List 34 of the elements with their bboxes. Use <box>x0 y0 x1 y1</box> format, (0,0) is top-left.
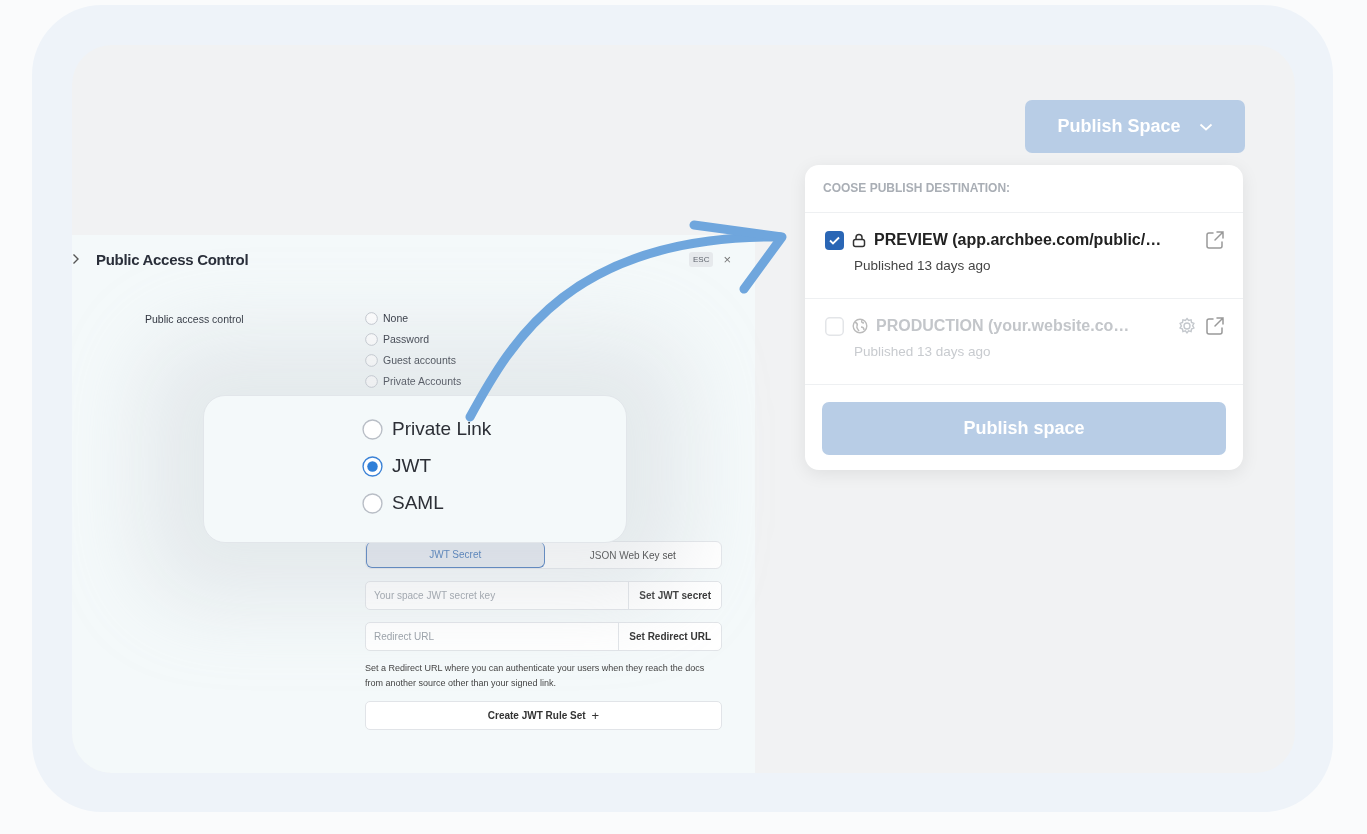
menu-heading: COOSE PUBLISH DESTINATION: <box>805 165 1243 213</box>
radio-button[interactable] <box>362 455 383 477</box>
redirect-url-field[interactable]: Redirect URL Set Redirect URL <box>365 622 722 651</box>
radio-button[interactable] <box>365 374 378 388</box>
help-text: Set a Redirect URL where you can authenticate your users when they reach the docs from another source other than your signed link. <box>365 662 706 690</box>
radio-label[interactable]: Password <box>383 333 430 345</box>
lock-icon <box>852 232 866 248</box>
create-rule-set-button[interactable]: Create JWT Rule Set + <box>365 701 722 730</box>
checkbox[interactable] <box>825 230 844 250</box>
destination-title: PRODUCTION (your.website.co… <box>876 317 1131 335</box>
radio-button[interactable] <box>365 332 378 346</box>
radio-label[interactable]: Guest accounts <box>383 354 456 366</box>
radio-button[interactable] <box>362 418 383 440</box>
destination-option[interactable]: PREVIEW (app.archbee.com/public/… Published 13 days ago <box>805 213 1243 299</box>
secret-key-field[interactable]: Your space JWT secret key Set JWT secret <box>365 581 722 610</box>
destination-title: PREVIEW (app.archbee.com/public/… <box>874 231 1163 249</box>
radio-label[interactable]: Private Accounts <box>383 375 462 387</box>
globe-icon <box>852 318 868 334</box>
external-link-icon[interactable] <box>1205 230 1225 250</box>
radio-button[interactable] <box>365 353 378 367</box>
radio-label[interactable]: Private Link <box>392 418 492 440</box>
radio-label[interactable]: None <box>383 312 409 324</box>
field-label: Public access control <box>145 312 245 327</box>
chevron-right-icon[interactable] <box>72 253 80 265</box>
panel-title: Public Access Control <box>96 250 249 268</box>
esc-key-hint: ESC <box>688 251 714 267</box>
publish-status: Published 13 days ago <box>854 258 992 273</box>
close-button[interactable]: × <box>723 251 731 267</box>
chevron-down-icon <box>1198 122 1213 131</box>
tab[interactable]: JSON Web Key set <box>544 542 721 568</box>
radio-label[interactable]: SAML <box>392 492 444 514</box>
radio-label[interactable]: JWT <box>392 455 432 477</box>
radio-button[interactable] <box>365 311 378 325</box>
radio-button[interactable] <box>362 492 383 514</box>
